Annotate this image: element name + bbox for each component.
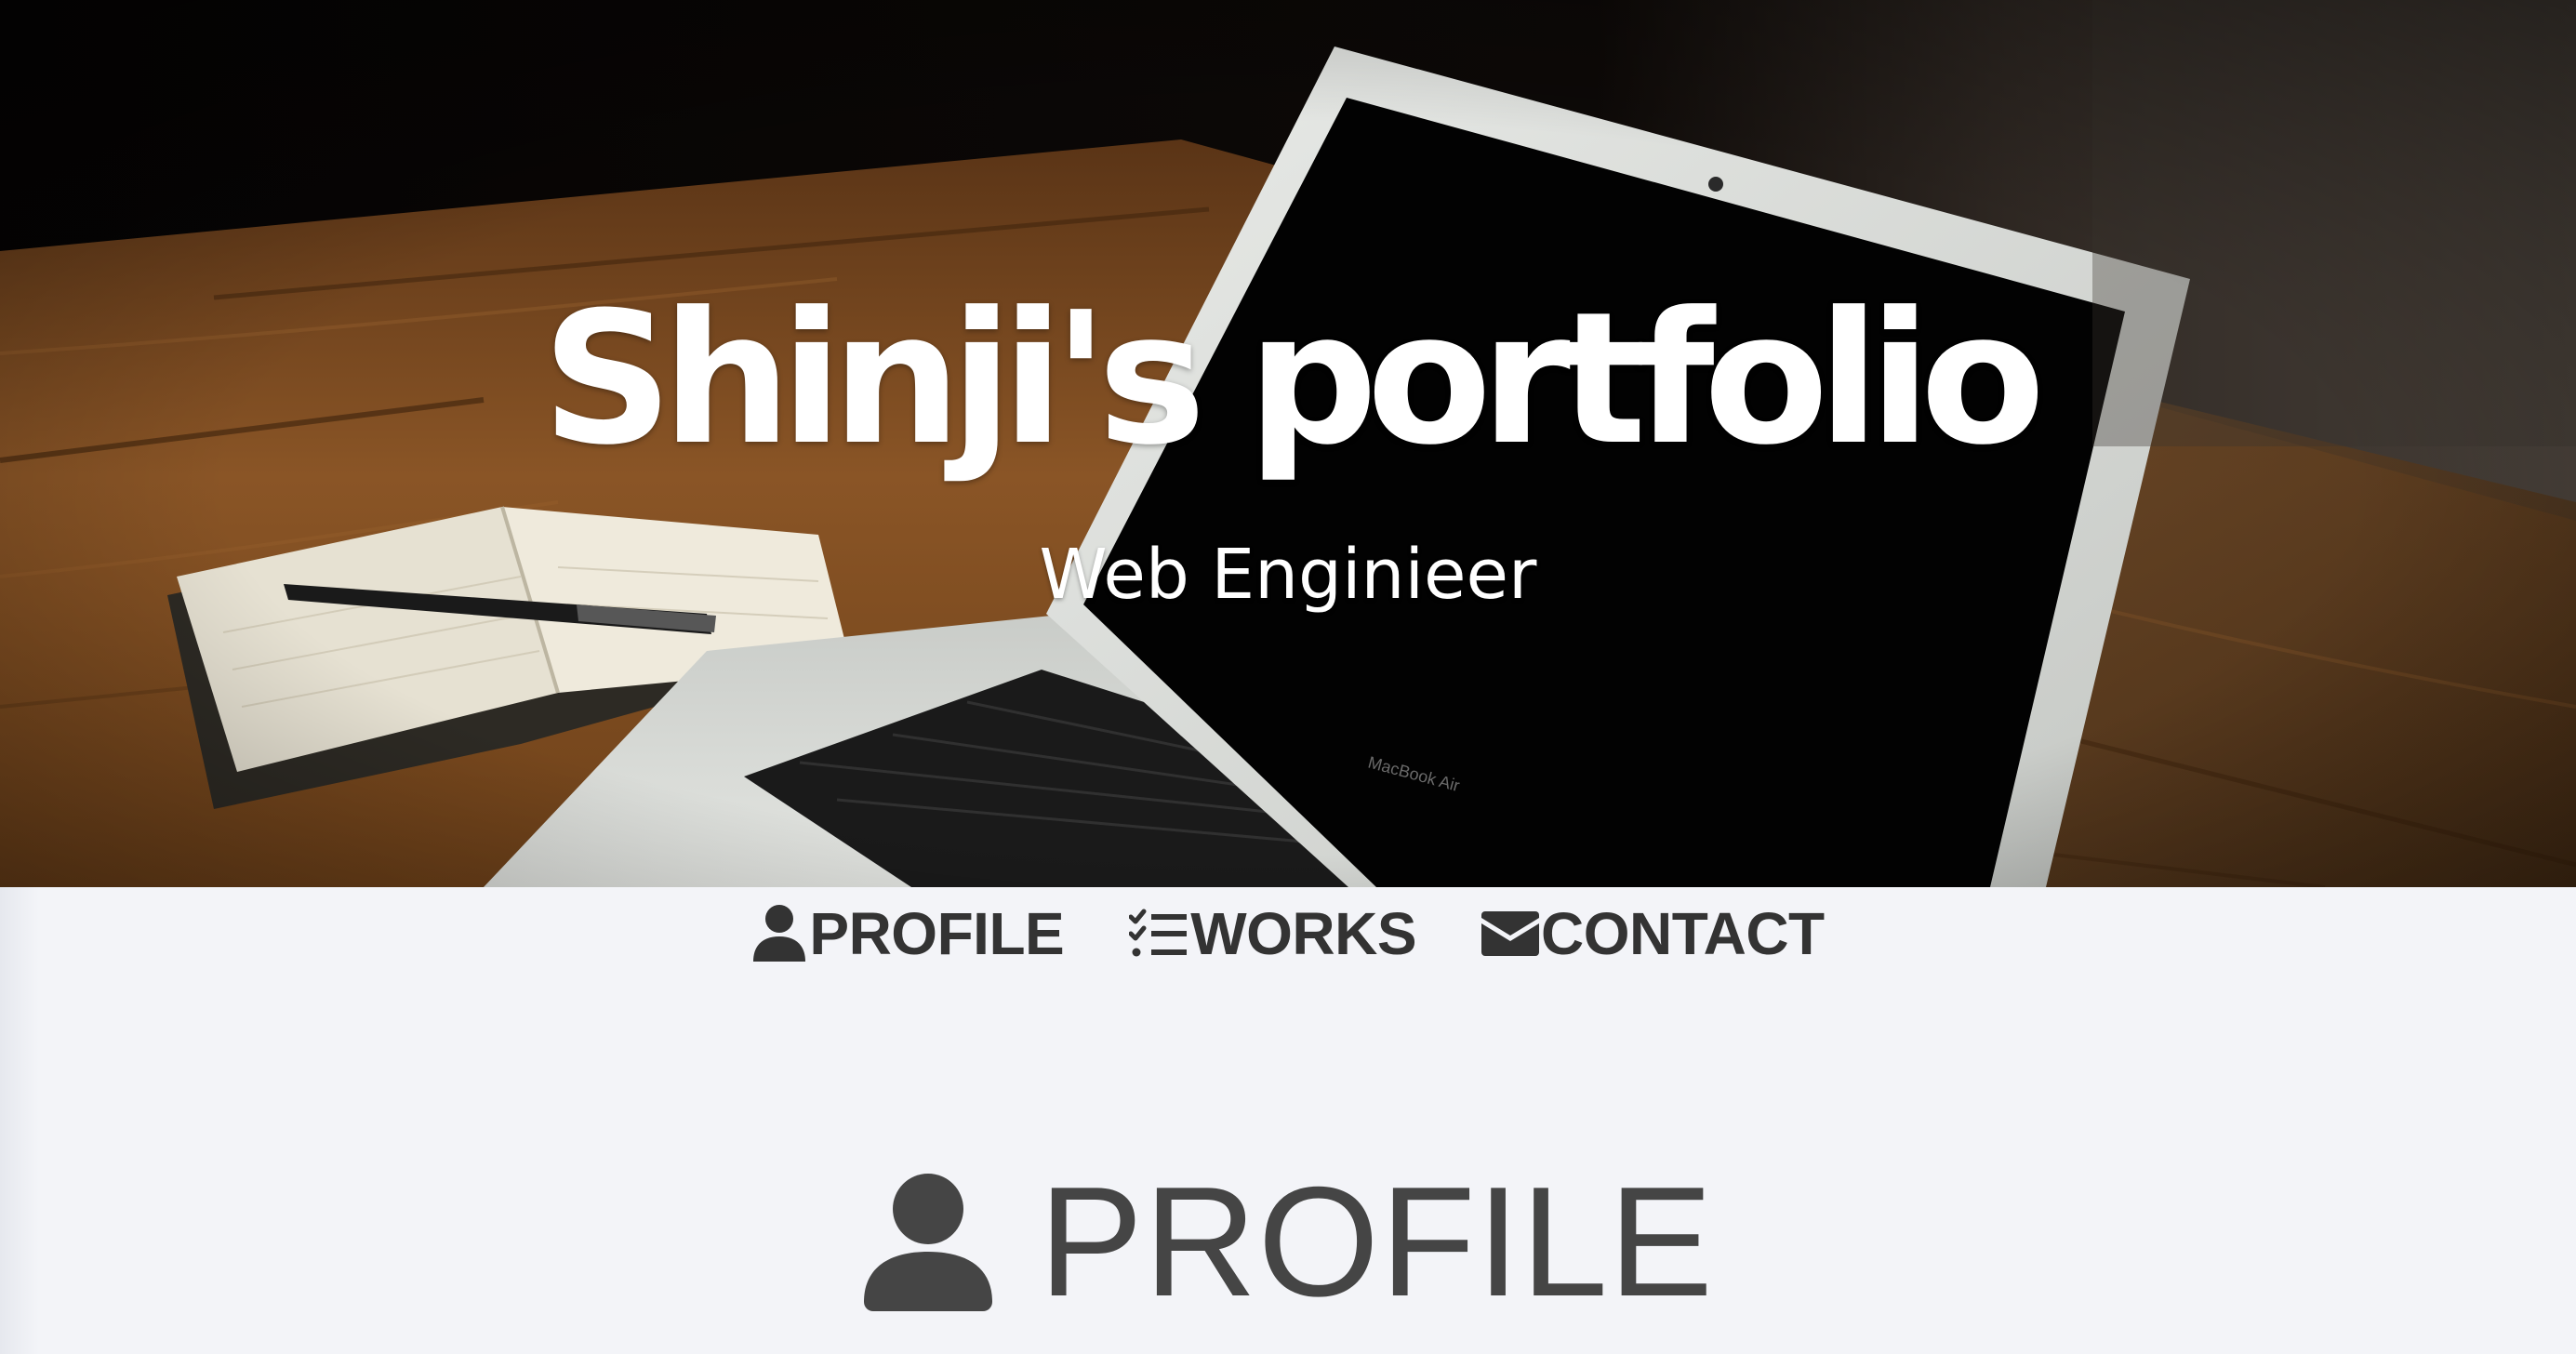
nav-item-profile[interactable]: PROFILE bbox=[751, 896, 1065, 971]
nav-item-label: PROFILE bbox=[809, 900, 1065, 967]
profile-section-heading: PROFILE bbox=[0, 1162, 2576, 1321]
nav-item-works[interactable]: WORKS bbox=[1129, 896, 1417, 971]
hero-section: MacBook Air Shinji's portfolio Web Engin… bbox=[0, 0, 2576, 887]
envelope-icon bbox=[1481, 911, 1540, 956]
nav-item-label: WORKS bbox=[1190, 900, 1417, 967]
section-title: PROFILE bbox=[1039, 1154, 1714, 1329]
hero-subtitle: Web Enginieer bbox=[1039, 535, 1537, 615]
left-edge-shade bbox=[0, 887, 39, 1354]
user-icon bbox=[864, 1174, 993, 1311]
portfolio-page: MacBook Air Shinji's portfolio Web Engin… bbox=[0, 0, 2576, 1354]
nav-item-label: CONTACT bbox=[1541, 900, 1825, 967]
user-icon bbox=[753, 905, 806, 962]
nav-item-contact[interactable]: CONTACT bbox=[1481, 896, 1825, 971]
hero-title: Shinji's portfolio bbox=[541, 273, 2046, 485]
main-navigation: PROFILE WORKS CONTACT bbox=[0, 887, 2576, 980]
list-check-icon bbox=[1129, 909, 1188, 957]
